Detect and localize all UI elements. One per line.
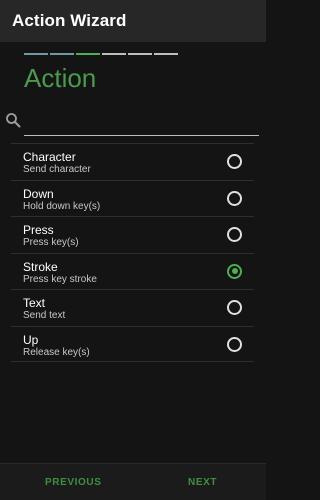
wizard-step-active <box>76 53 100 55</box>
radio-button[interactable] <box>227 263 242 279</box>
list-item[interactable]: Character Send character <box>11 143 254 180</box>
app-title: Action Wizard <box>12 11 127 30</box>
list-item-subtitle: Send character <box>23 164 91 175</box>
list-item[interactable]: Press Press key(s) <box>11 216 254 253</box>
list-item-title: Stroke <box>23 259 58 274</box>
next-button[interactable]: NEXT <box>188 477 217 488</box>
list-item[interactable]: Up Release key(s) <box>11 325 254 362</box>
bottom-navigation-bar: PREVIOUS NEXT <box>0 463 266 500</box>
list-item-subtitle: Press key stroke <box>23 273 97 285</box>
list-item-title: Down <box>23 186 54 201</box>
radio-button[interactable] <box>227 190 242 206</box>
previous-button[interactable]: PREVIOUS <box>45 477 101 488</box>
list-item-subtitle: Release key(s) <box>23 346 90 358</box>
list-item-title: Press <box>23 223 54 237</box>
page-heading: Action <box>24 63 97 93</box>
radio-button[interactable] <box>227 336 242 352</box>
list-item[interactable]: Down Hold down key(s) <box>11 179 254 217</box>
wizard-step-indicator <box>24 53 178 55</box>
list-item-title: Character <box>23 150 76 164</box>
wizard-step-pending <box>102 53 126 55</box>
radio-button[interactable] <box>227 227 242 242</box>
wizard-step-pending <box>128 53 152 55</box>
search-input[interactable] <box>24 110 259 136</box>
list-item-title: Text <box>23 296 46 310</box>
list-item-subtitle: Press key(s) <box>23 237 79 248</box>
list-item-title: Up <box>23 332 39 347</box>
wizard-step-pending <box>154 53 178 55</box>
action-list: Character Send character Down Hold down key… <box>11 143 254 362</box>
list-item[interactable]: Text Send text <box>11 289 254 326</box>
app-bar: Action Wizard <box>0 0 266 42</box>
list-item-subtitle: Send text <box>23 310 66 321</box>
radio-button[interactable] <box>227 300 242 315</box>
wizard-step-done <box>50 53 74 55</box>
wizard-step-done <box>24 53 48 55</box>
list-item-subtitle: Hold down key(s) <box>23 200 101 212</box>
search-icon <box>6 113 21 128</box>
list-item[interactable]: Stroke Press key stroke <box>11 252 254 290</box>
radio-button[interactable] <box>227 154 242 169</box>
